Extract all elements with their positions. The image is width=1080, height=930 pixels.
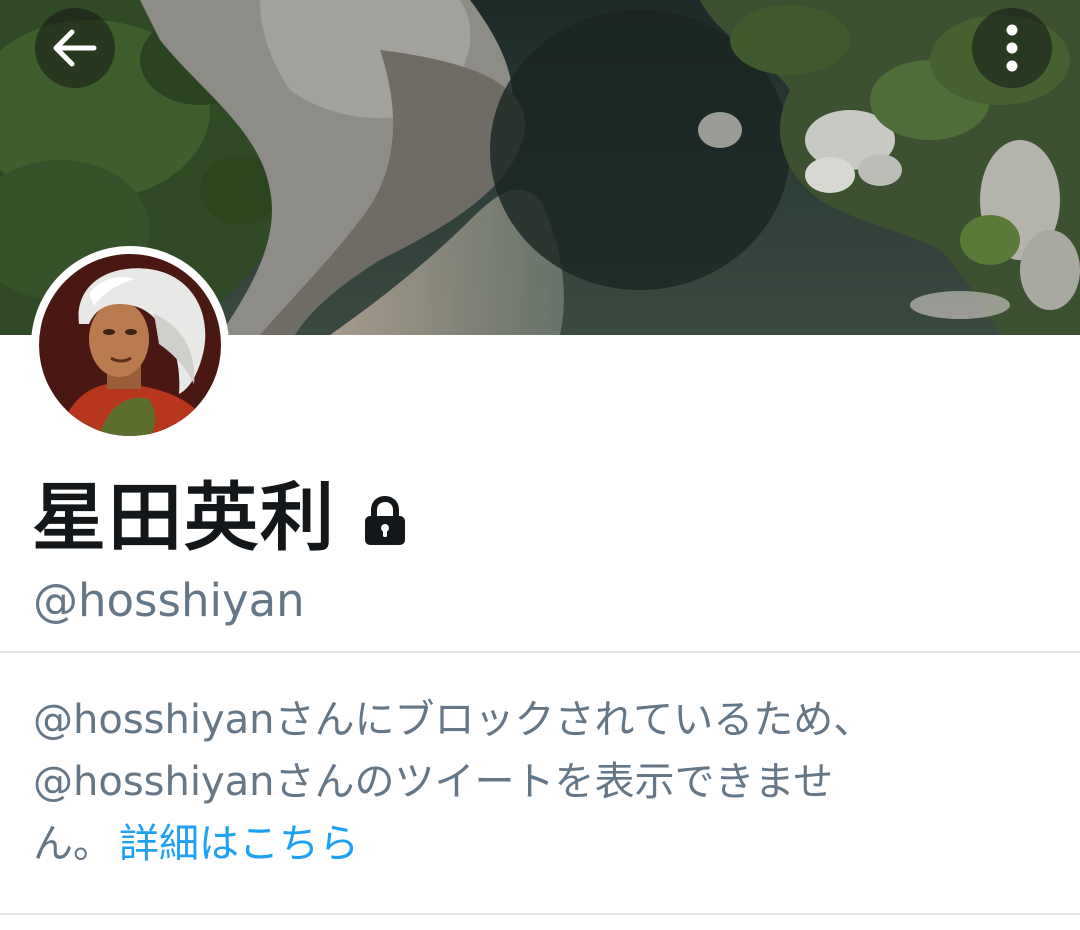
- blocked-notice: @hosshiyanさんにブロックされているため、 @hosshiyanさんのツ…: [33, 689, 1033, 875]
- divider: [0, 913, 1080, 915]
- avatar: [39, 254, 221, 436]
- blocked-notice-line-3: ん。 詳細はこちら: [33, 813, 1033, 875]
- lock-icon: [365, 496, 405, 545]
- blocked-notice-line-1: @hosshiyanさんにブロックされているため、: [33, 697, 874, 743]
- divider: [0, 651, 1080, 653]
- user-handle: @hosshiyan: [33, 574, 305, 627]
- display-name-row: 星田英利: [32, 470, 408, 566]
- back-button[interactable]: [35, 8, 115, 88]
- avatar-image: [39, 254, 221, 436]
- blocked-notice-line-3-text: ん。: [33, 821, 113, 867]
- blocked-notice-line-2: @hosshiyanさんのツイートを表示できませ: [33, 759, 834, 805]
- avatar-ring[interactable]: [31, 246, 229, 444]
- profile-screen: 星田英利 @hosshiyan @hosshiyanさんにブロックされているため…: [0, 0, 1080, 930]
- display-name: 星田英利: [32, 475, 336, 561]
- learn-more-link[interactable]: 詳細はこちら: [119, 821, 359, 867]
- more-options-button[interactable]: [972, 8, 1052, 88]
- arrow-left-icon: [53, 29, 97, 67]
- more-vertical-icon: [1006, 24, 1018, 72]
